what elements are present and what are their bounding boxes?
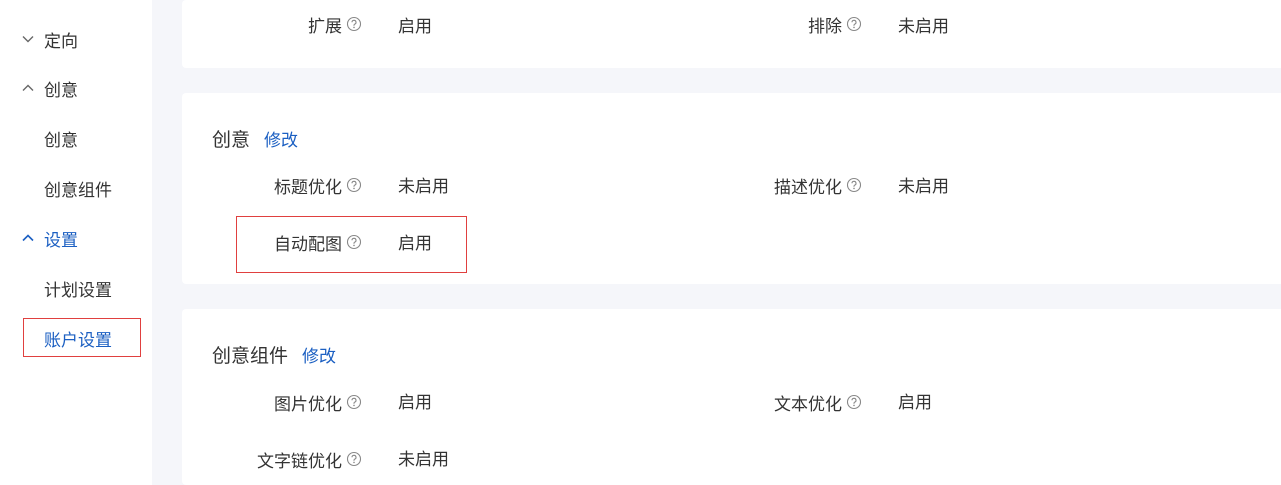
highlight-box (236, 216, 467, 273)
creative-card: 创意 修改 标题优化 未启用 描述优化 未启用 自动配图 启用 (182, 93, 1281, 284)
section-title-text: 创意组件 (212, 345, 289, 367)
help-icon[interactable] (346, 451, 362, 467)
sidebar-item-label: 创意组件 (44, 180, 112, 201)
sidebar-item-creative-components[interactable]: 创意组件 (0, 174, 112, 202)
creative-components-card: 创意组件 修改 图片优化 启用 文本优化 启用 文字链优化 未启用 (182, 309, 1281, 485)
field-value: 启用 (898, 393, 932, 413)
field-label: 文本优化 (774, 394, 842, 415)
field-value: 未启用 (398, 450, 449, 470)
sidebar-group-label: 设置 (44, 230, 78, 251)
sidebar-item-plan-settings[interactable]: 计划设置 (0, 274, 112, 302)
sidebar-item-label: 计划设置 (44, 280, 112, 301)
chevron-down-icon (21, 32, 35, 46)
edit-link[interactable]: 修改 (264, 126, 298, 151)
help-icon[interactable] (846, 177, 862, 193)
section-title: 创意组件 修改 (212, 341, 336, 368)
section-title: 创意 修改 (212, 125, 298, 152)
help-icon[interactable] (846, 16, 862, 32)
field-label: 描述优化 (774, 177, 842, 198)
section-title-text: 创意 (212, 129, 251, 151)
field-label: 文字链优化 (257, 451, 342, 472)
sidebar-item-creative[interactable]: 创意 (0, 124, 78, 152)
chevron-up-icon (21, 81, 35, 95)
help-icon[interactable] (846, 394, 862, 410)
field-exclude: 排除 (182, 12, 862, 37)
field-value: 未启用 (898, 17, 949, 37)
field-description-optimization: 描述优化 (182, 173, 862, 198)
sidebar-group-creative[interactable]: 创意 (0, 74, 78, 102)
edit-link[interactable]: 修改 (302, 342, 336, 367)
sidebar-group-label: 定向 (44, 31, 78, 52)
field-value: 未启用 (898, 177, 949, 197)
targeting-card: 扩展 启用 排除 未启用 (182, 0, 1281, 68)
sidebar-group-targeting[interactable]: 定向 (0, 25, 78, 53)
field-text-optimization: 文本优化 (182, 390, 862, 415)
sidebar-group-label: 创意 (44, 80, 78, 101)
field-text-link-optimization: 文字链优化 (182, 447, 362, 472)
selection-highlight-box (23, 318, 141, 357)
sidebar: 定向 创意 创意 创意组件 设置 计划设置 账户设置 (0, 0, 152, 485)
sidebar-item-label: 创意 (44, 130, 78, 151)
chevron-up-icon (21, 231, 35, 245)
sidebar-group-settings[interactable]: 设置 (0, 224, 78, 252)
field-label: 排除 (808, 16, 842, 37)
